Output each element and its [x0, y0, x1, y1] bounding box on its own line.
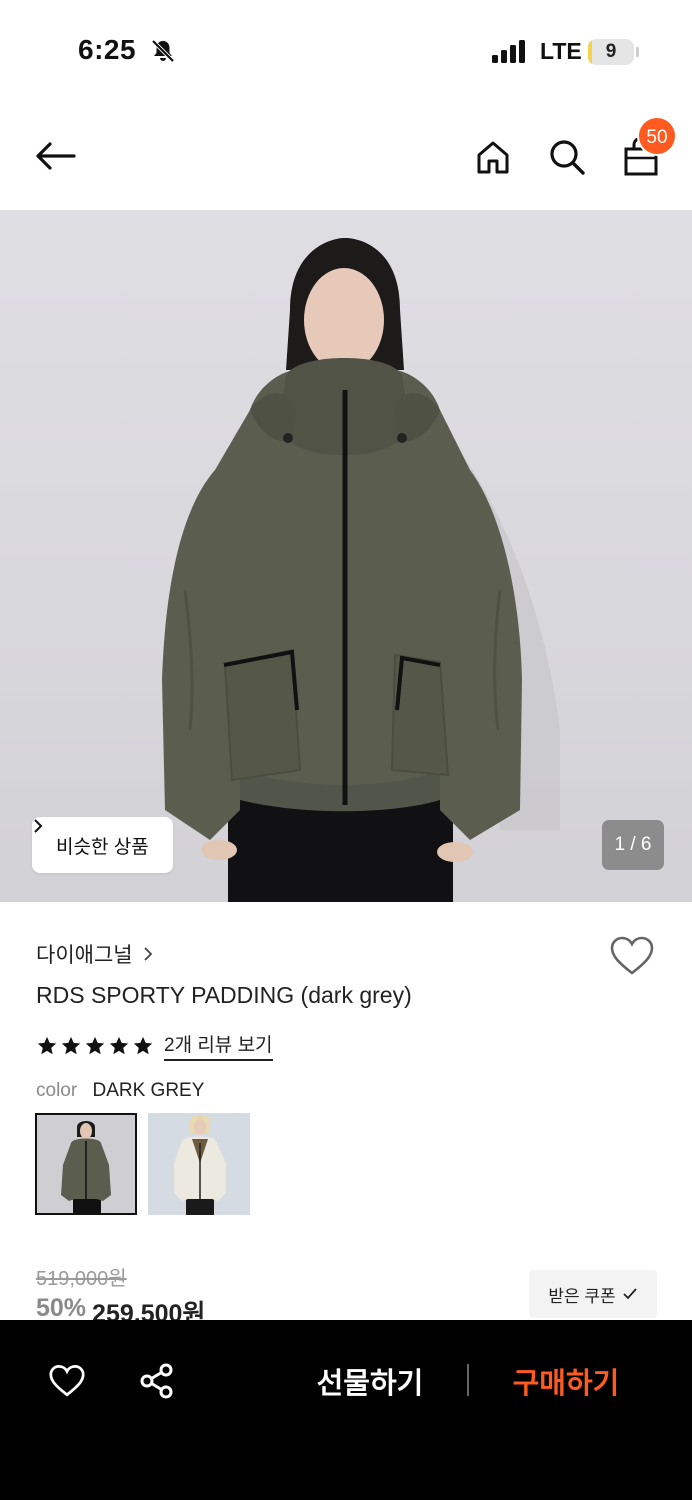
heart-icon: [49, 1365, 85, 1397]
color-label: color: [36, 1080, 78, 1101]
bottom-wishlist-button[interactable]: [39, 1353, 95, 1409]
check-icon: [623, 1288, 637, 1300]
home-button[interactable]: [465, 129, 521, 185]
wishlist-button[interactable]: [609, 935, 655, 977]
review-link[interactable]: 2개 리뷰 보기: [164, 1030, 273, 1061]
battery-icon: 9: [588, 39, 634, 65]
color-row: color DARK GREY: [36, 1080, 204, 1102]
battery-tip: [636, 47, 639, 57]
product-image[interactable]: 비슷한 상품 1 / 6: [0, 210, 692, 902]
bell-muted-icon: [151, 39, 175, 63]
coupon-label: 받은 쿠폰: [548, 1286, 616, 1306]
rating-stars: [36, 1035, 154, 1057]
back-arrow-icon: [36, 142, 76, 170]
back-button[interactable]: [28, 128, 84, 184]
home-icon: [477, 141, 509, 174]
color-value: DARK GREY: [92, 1080, 205, 1101]
bottom-action-bar: 선물하기 구매하기: [0, 1320, 692, 1500]
heart-icon: [610, 936, 654, 975]
swatch-image-dark-grey: [37, 1115, 135, 1213]
search-icon: [550, 140, 585, 175]
share-button[interactable]: [129, 1353, 185, 1409]
similar-products-button[interactable]: 비슷한 상품: [32, 817, 173, 873]
status-bar: 6:25 LTE 9: [0, 0, 692, 100]
signal-icon: [492, 40, 525, 63]
original-price: 519,000원: [36, 1268, 127, 1290]
brand-name: 다이애그널: [36, 944, 133, 967]
image-pager: 1 / 6: [602, 820, 664, 870]
star-icon: [61, 1036, 81, 1054]
gift-button[interactable]: 선물하기: [300, 1360, 440, 1402]
status-time: 6:25: [78, 34, 137, 65]
buy-button[interactable]: 구매하기: [496, 1360, 636, 1402]
star-icon: [109, 1036, 129, 1054]
star-icon: [37, 1036, 57, 1054]
chevron-right-icon: [143, 947, 152, 961]
network-type: LTE: [540, 38, 582, 64]
chevron-right-icon: [34, 819, 43, 833]
product-name: RDS SPORTY PADDING (dark grey): [36, 982, 412, 1008]
rating-row: 2개 리뷰 보기: [36, 1030, 273, 1061]
swatch-image-ivory: [148, 1113, 250, 1215]
product-photo: [162, 238, 560, 902]
bottom-divider: [467, 1364, 469, 1396]
star-icon: [133, 1036, 153, 1054]
search-button[interactable]: [539, 129, 595, 185]
cart-count-badge: 50: [637, 116, 677, 156]
similar-products-label: 비슷한 상품: [56, 836, 149, 858]
coupon-button[interactable]: 받은 쿠폰: [529, 1270, 657, 1318]
top-nav: [0, 100, 692, 210]
brand-link[interactable]: 다이애그널: [36, 939, 153, 969]
color-swatch-ivory[interactable]: [148, 1113, 250, 1215]
battery-level: 9: [605, 41, 617, 62]
color-swatch-dark-grey[interactable]: [35, 1113, 137, 1215]
share-icon: [140, 1363, 173, 1399]
star-icon: [85, 1036, 105, 1054]
